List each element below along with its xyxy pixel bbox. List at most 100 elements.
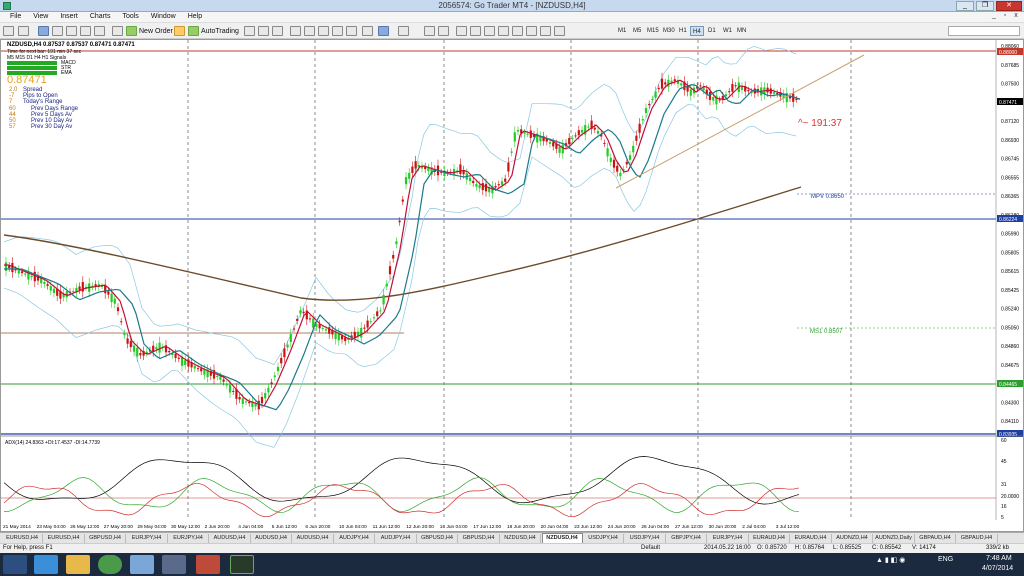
autotrading-button[interactable]: AutoTrading [188, 25, 239, 37]
zoom-out-icon[interactable] [304, 26, 315, 36]
menu-charts[interactable]: Charts [84, 12, 117, 22]
chart-tab[interactable]: EURAUD,H4 [791, 534, 832, 543]
menu-file[interactable]: File [4, 12, 27, 22]
language-indicator[interactable]: ENG [938, 556, 953, 563]
stat-value: 44 [9, 111, 16, 118]
templates-icon[interactable] [398, 26, 409, 36]
maximize-button[interactable]: ❐ [976, 1, 994, 11]
chart-tab[interactable]: GBPJPY,H4 [666, 534, 707, 543]
channel-icon[interactable] [498, 26, 509, 36]
menu-help[interactable]: Help [182, 12, 208, 22]
search-input[interactable] [948, 26, 1020, 36]
chart-tab[interactable]: EURUSD,H4 [2, 534, 43, 543]
chart-tab[interactable]: AUDNZD,Daily [874, 534, 915, 543]
chart-tab[interactable]: GBPAUD,H4 [915, 534, 956, 543]
line-chart-icon[interactable] [272, 26, 283, 36]
arrows-icon[interactable] [554, 26, 565, 36]
chart-window[interactable]: 0.880600.876850.875000.873100.871200.869… [0, 39, 1024, 532]
tf-h1[interactable]: H1 [677, 26, 689, 36]
chart-tab[interactable]: GBPAUD,H4 [957, 534, 998, 543]
bar-chart-icon[interactable] [244, 26, 255, 36]
terminal-icon[interactable] [80, 26, 91, 36]
profiles-icon[interactable] [18, 26, 29, 36]
tf-m1[interactable]: M1 [616, 26, 628, 36]
metaeditor-icon[interactable] [112, 26, 123, 36]
menu-insert[interactable]: Insert [54, 12, 84, 22]
chart-shift-icon[interactable] [346, 26, 357, 36]
trendline-icon[interactable] [484, 26, 495, 36]
menu-view[interactable]: View [27, 12, 54, 22]
expert-icon[interactable] [174, 26, 185, 36]
time-axis: 21 May 2014 23 May 04:00 26 May 12:00 27 Ma… [3, 524, 800, 530]
fibonacci-icon[interactable] [512, 26, 523, 36]
chart-tab[interactable]: EURJPY,H4 [168, 534, 209, 543]
chart-tab[interactable]: GBPUSD,H4 [417, 534, 458, 543]
data-window-icon[interactable] [52, 26, 63, 36]
crosshair-icon[interactable] [438, 26, 449, 36]
candle-body [728, 91, 731, 93]
chart-tab[interactable]: GBPUSD,H4 [459, 534, 500, 543]
start-icon[interactable] [3, 555, 27, 574]
indicators-icon[interactable] [362, 26, 373, 36]
tf-mn[interactable]: MN [735, 26, 748, 36]
clock-time[interactable]: 7:48 AM [986, 555, 1012, 562]
periods-icon[interactable] [378, 26, 389, 36]
tf-w1[interactable]: W1 [721, 26, 734, 36]
chart-tab[interactable]: GBPUSD,H4 [85, 534, 126, 543]
new-order-button[interactable]: New Order [126, 25, 173, 37]
close-button[interactable]: ✕ [996, 1, 1022, 11]
chart-tab[interactable]: AUDJPY,H4 [376, 534, 417, 543]
minimize-button[interactable]: _ [956, 1, 974, 11]
menu-window[interactable]: Window [145, 12, 182, 22]
vertical-line-icon[interactable] [456, 26, 467, 36]
tf-m5[interactable]: M5 [631, 26, 643, 36]
chart-tab[interactable]: AUDUSD,H4 [251, 534, 292, 543]
app-window-2-icon[interactable] [162, 555, 186, 574]
tile-windows-icon[interactable] [318, 26, 329, 36]
auto-scroll-icon[interactable] [332, 26, 343, 36]
cursor-icon[interactable] [424, 26, 435, 36]
chrome-icon[interactable] [98, 555, 122, 574]
candlestick-icon[interactable] [258, 26, 269, 36]
chart-tab[interactable]: EURJPY,H4 [127, 534, 168, 543]
tf-m30[interactable]: M30 [661, 26, 677, 36]
tray-icons[interactable]: ▲ ▮ ◧ ◉ [876, 556, 905, 564]
menu-tools[interactable]: Tools [116, 12, 144, 22]
clock-date[interactable]: 4/07/2014 [982, 565, 1013, 572]
price-chart[interactable]: 0.880600.876850.875000.873100.871200.869… [1, 40, 1023, 531]
candle-body [740, 86, 744, 90]
mdi-close-button[interactable]: x [1012, 12, 1020, 20]
chart-tab[interactable]: USDJPY,H4 [625, 534, 666, 543]
horizontal-line-icon[interactable] [470, 26, 481, 36]
chart-tab[interactable]: USDJPY,H4 [583, 534, 624, 543]
market-watch-icon[interactable] [38, 26, 49, 36]
internet-explorer-icon[interactable] [34, 555, 58, 574]
zoom-in-icon[interactable] [290, 26, 301, 36]
tf-d1[interactable]: D1 [706, 26, 718, 36]
text-tool-icon[interactable] [526, 26, 537, 36]
tf-h4[interactable]: H4 [690, 26, 704, 36]
price-tick-label: 0.87120 [1001, 119, 1019, 125]
candle-body [411, 166, 414, 173]
file-explorer-icon[interactable] [66, 555, 90, 574]
chart-tab[interactable]: EURUSD,H4 [44, 534, 85, 543]
chart-tab[interactable]: AUDJPY,H4 [334, 534, 375, 543]
mdi-restore-button[interactable]: ▫ [1001, 12, 1009, 20]
time-tick-label: 5 Jun 12:00 [272, 524, 297, 530]
mt4-task-icon[interactable] [230, 555, 254, 574]
mdi-minimize-button[interactable]: _ [990, 12, 998, 20]
chart-tab[interactable]: AUDUSD,H4 [210, 534, 251, 543]
app-window-icon[interactable] [130, 555, 154, 574]
navigator-icon[interactable] [66, 26, 77, 36]
tf-m15[interactable]: M15 [645, 26, 661, 36]
label-tool-icon[interactable] [540, 26, 551, 36]
chart-tab[interactable]: EURAUD,H4 [749, 534, 790, 543]
chart-tab[interactable]: AUDUSD,H4 [293, 534, 334, 543]
chart-tab[interactable]: AUDNZD,H4 [832, 534, 873, 543]
strategy-tester-icon[interactable] [94, 26, 105, 36]
chart-tab[interactable]: EURJPY,H4 [708, 534, 749, 543]
chart-tab[interactable]: NZDUSD,H4 [500, 534, 541, 543]
candle-body [126, 338, 129, 344]
new-chart-icon[interactable] [3, 26, 14, 36]
app-window-3-icon[interactable] [196, 555, 220, 574]
